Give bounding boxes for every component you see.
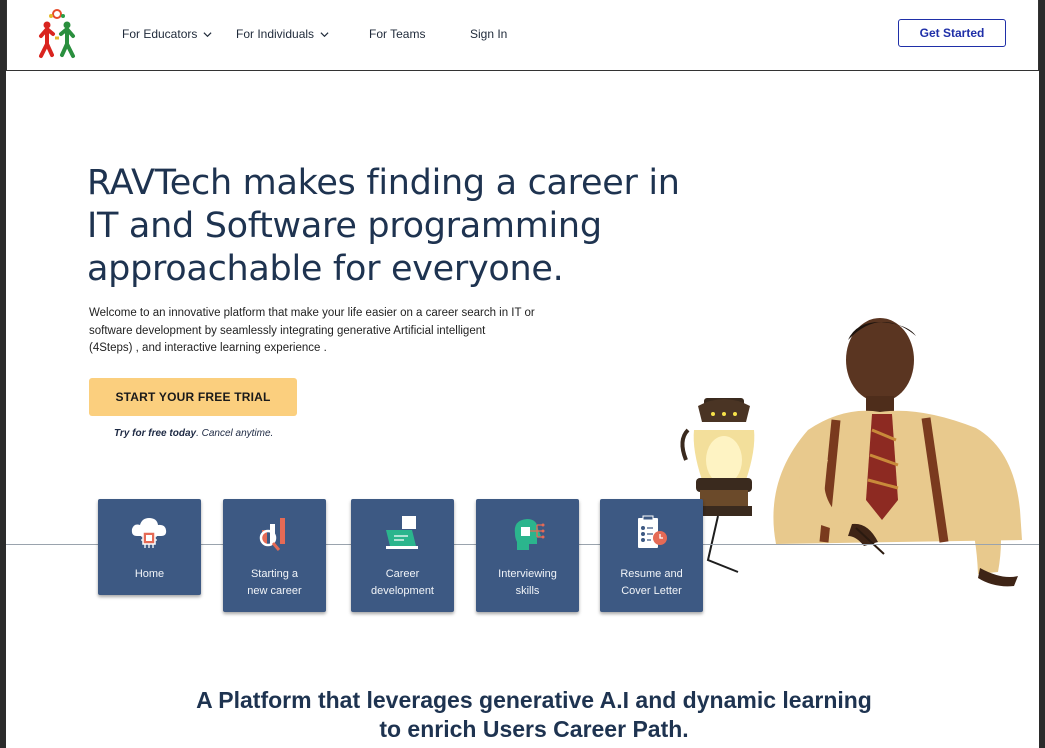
start-free-trial-button[interactable]: START YOUR FREE TRIAL bbox=[89, 378, 297, 416]
get-started-button[interactable]: Get Started bbox=[898, 19, 1006, 47]
nav-label: Sign In bbox=[470, 27, 508, 41]
card-label: Home bbox=[98, 566, 201, 583]
card-label: Interviewing skills bbox=[476, 566, 579, 600]
nav-for-educators[interactable]: For Educators bbox=[122, 27, 212, 41]
man-writing-image bbox=[773, 318, 1022, 587]
card-career-development[interactable]: Career development bbox=[351, 499, 454, 612]
card-label: Career development bbox=[351, 566, 454, 600]
nav-sign-in[interactable]: Sign In bbox=[470, 27, 507, 41]
chevron-down-icon bbox=[203, 31, 212, 37]
hero-description: Welcome to an innovative platform that m… bbox=[89, 305, 609, 358]
top-nav-bar: For Educators For Individuals For Teams … bbox=[6, 0, 1039, 71]
nav-for-teams[interactable]: For Teams bbox=[369, 27, 425, 41]
hero-illustration bbox=[680, 318, 1022, 587]
brand-logo[interactable] bbox=[37, 8, 77, 60]
card-label-line: development bbox=[371, 585, 434, 597]
chevron-down-icon bbox=[320, 31, 329, 37]
card-label: Resume and Cover Letter bbox=[600, 566, 703, 600]
card-label-line: new career bbox=[247, 585, 302, 597]
card-starting-a-new-career[interactable]: Starting a new career bbox=[223, 499, 326, 612]
laptop-icon bbox=[386, 516, 418, 549]
card-interviewing-skills[interactable]: Interviewing skills bbox=[476, 499, 579, 612]
card-label-line: Starting a bbox=[250, 568, 299, 580]
card-label-line: Home bbox=[134, 568, 165, 580]
cloud-chip-icon bbox=[131, 518, 167, 548]
hero-title-line: RAVTech makes finding a career in bbox=[87, 163, 680, 203]
trial-note-bold: Try for free today bbox=[114, 428, 197, 439]
hero-title: RAVTech makes finding a career in IT and… bbox=[87, 162, 687, 291]
head-network-icon bbox=[514, 519, 545, 550]
clipboard-checklist-icon bbox=[638, 515, 667, 548]
card-label: Starting a new career bbox=[223, 566, 326, 600]
nav-label: For Individuals bbox=[236, 27, 315, 41]
card-label-line: Cover Letter bbox=[621, 585, 682, 597]
card-home[interactable]: Home bbox=[98, 499, 201, 595]
nav-label: For Teams bbox=[369, 27, 426, 41]
hero-desc-line: (4Steps) , and interactive learning expe… bbox=[89, 342, 327, 354]
tagline-line: A Platform that leverages generative A.I… bbox=[196, 687, 872, 713]
hero-desc-line: Welcome to an innovative platform that m… bbox=[89, 307, 535, 319]
chart-magnifier-icon bbox=[259, 518, 285, 551]
nav-label: For Educators bbox=[122, 27, 198, 41]
platform-tagline: A Platform that leverages generative A.I… bbox=[106, 686, 962, 744]
card-label-line: Interviewing bbox=[498, 568, 557, 580]
card-resume-and-cover-letter[interactable]: Resume and Cover Letter bbox=[600, 499, 703, 612]
card-label-line: Resume and bbox=[620, 568, 683, 580]
card-label-line: Career bbox=[385, 568, 420, 580]
card-label-line: skills bbox=[515, 585, 540, 597]
hero-title-line: approachable for everyone. bbox=[87, 249, 564, 289]
trial-note: Try for free today. Cancel anytime. bbox=[114, 428, 273, 439]
hero-title-line: IT and Software programming bbox=[87, 206, 602, 246]
trial-note-rest: . Cancel anytime. bbox=[196, 428, 274, 439]
page: For Educators For Individuals For Teams … bbox=[6, 0, 1039, 748]
hero-desc-line: software development by seamlessly integ… bbox=[89, 324, 486, 337]
nav-for-individuals[interactable]: For Individuals bbox=[236, 27, 329, 41]
tagline-line: to enrich Users Career Path. bbox=[379, 716, 689, 742]
